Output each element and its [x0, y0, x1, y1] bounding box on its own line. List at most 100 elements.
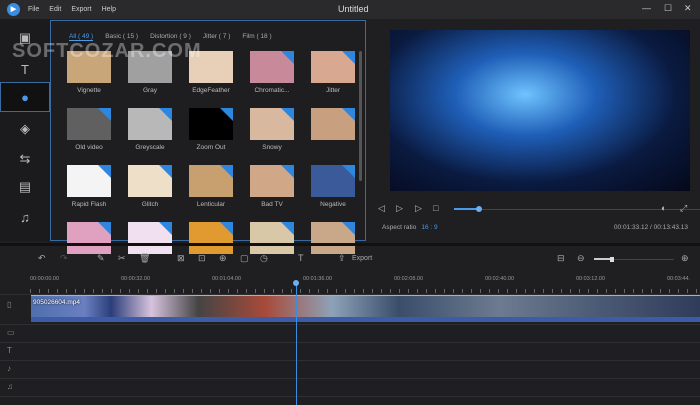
pip-track-icon: ▭	[7, 328, 15, 337]
effect-thumbnail[interactable]	[189, 165, 233, 197]
effect-item[interactable]: Rapid Flash	[67, 165, 111, 208]
download-icon[interactable]	[98, 222, 111, 235]
download-icon[interactable]	[342, 165, 355, 178]
effect-item[interactable]	[311, 108, 355, 151]
fullscreen-icon[interactable]: ⤢	[680, 203, 687, 214]
effects-icon[interactable]: ●	[0, 82, 50, 112]
menu-export[interactable]: Export	[71, 6, 91, 13]
filmstrip-icon[interactable]: ▤	[0, 172, 50, 202]
effect-thumbnail[interactable]	[311, 165, 355, 197]
effect-item[interactable]: Snowy	[250, 108, 294, 151]
effect-thumbnail[interactable]	[250, 51, 294, 83]
music-icon[interactable]: ♫	[0, 202, 50, 232]
pencil-icon[interactable]: ✎	[97, 253, 105, 264]
download-icon[interactable]	[281, 222, 294, 235]
video-track-icon: ▯	[7, 300, 12, 309]
video-preview[interactable]	[390, 30, 690, 191]
ruler-tick: 00:00:00.00	[30, 276, 60, 282]
effect-item[interactable]: Bad TV	[250, 165, 294, 208]
effect-thumbnail[interactable]	[128, 165, 172, 197]
watermark: SOFTCOZAR.COM	[12, 40, 202, 62]
close-icon[interactable]: ✕	[684, 3, 692, 14]
ruler-tick: 00:00:32.00	[121, 276, 151, 282]
crop-icon[interactable]: ⊠	[177, 253, 185, 264]
playhead[interactable]	[296, 282, 297, 405]
panel-divider[interactable]	[0, 243, 700, 246]
effect-thumbnail[interactable]	[67, 165, 111, 197]
effect-item[interactable]: Greyscale	[128, 108, 172, 151]
effect-label: Rapid Flash	[71, 201, 107, 208]
text-to-speech-icon[interactable]: T	[298, 253, 304, 263]
download-icon[interactable]	[159, 108, 172, 121]
fit-icon[interactable]: ⊡	[198, 253, 206, 264]
download-icon[interactable]	[159, 165, 172, 178]
volume-icon[interactable]: ◐	[661, 203, 666, 213]
zoom-out-icon[interactable]: ⊖	[577, 253, 585, 264]
effect-thumbnail[interactable]	[311, 108, 355, 140]
download-icon[interactable]	[342, 222, 355, 235]
download-icon[interactable]	[98, 108, 111, 121]
scrollbar[interactable]	[359, 51, 362, 181]
maximize-icon[interactable]: ☐	[664, 3, 672, 14]
download-icon[interactable]	[281, 108, 294, 121]
layers-icon[interactable]: ◈	[0, 114, 50, 144]
download-icon[interactable]	[220, 222, 233, 235]
prev-frame-icon[interactable]: ◁	[378, 203, 385, 214]
effect-thumbnail[interactable]	[189, 108, 233, 140]
effect-thumbnail[interactable]	[311, 51, 355, 83]
ruler-tick: 00:01:04.00	[212, 276, 242, 282]
menu-file[interactable]: File	[28, 6, 39, 13]
effect-thumbnail[interactable]	[250, 165, 294, 197]
effect-item[interactable]: Jitter	[311, 51, 355, 94]
download-icon[interactable]	[98, 165, 111, 178]
playback-controls: ◁ ▷ ▷ □ ◐ ⤢	[378, 203, 700, 217]
music-track-icon: ♫	[7, 382, 13, 391]
effect-item[interactable]: Glitch	[128, 165, 172, 208]
ruler-tick: 00:02:08.00	[394, 276, 424, 282]
minimize-icon[interactable]: —	[642, 3, 651, 13]
seek-handle[interactable]	[476, 206, 482, 212]
menu-help[interactable]: Help	[102, 6, 116, 13]
download-icon[interactable]	[281, 165, 294, 178]
download-icon[interactable]	[220, 108, 233, 121]
download-icon[interactable]	[281, 51, 294, 64]
aspect-value[interactable]: 16 : 9	[421, 224, 437, 231]
effect-thumbnail[interactable]	[128, 108, 172, 140]
redo-icon[interactable]: ↷	[60, 253, 68, 264]
effect-item[interactable]: Zoom Out	[189, 108, 233, 151]
effect-item[interactable]: Chromatic...	[250, 51, 294, 94]
menu-edit[interactable]: Edit	[49, 6, 61, 13]
effect-thumbnail[interactable]	[67, 108, 111, 140]
download-icon[interactable]	[220, 165, 233, 178]
freeze-icon[interactable]: ▢	[240, 253, 249, 264]
timeline-ruler[interactable]: 00:00:00.00 00:00:32.00 00:01:04.00 00:01:3…	[30, 276, 700, 294]
effect-item[interactable]: Lenticular	[189, 165, 233, 208]
fit-timeline-icon[interactable]: ⊟	[557, 253, 565, 264]
delete-icon[interactable]: 🗑	[139, 253, 150, 264]
time-display: 00:01:33.12 / 00:13:43.13	[613, 224, 688, 231]
effect-item[interactable]: Negative	[311, 165, 355, 208]
transition-icon[interactable]: ⇆	[0, 144, 50, 174]
title-bar: ▶ File Edit Export Help Untitled — ☐ ✕	[0, 0, 700, 19]
speed-icon[interactable]: ◷	[260, 253, 268, 264]
export-icon[interactable]: ⇪	[338, 253, 346, 264]
next-frame-icon[interactable]: ▷	[415, 203, 422, 214]
download-icon[interactable]	[342, 108, 355, 121]
download-icon[interactable]	[342, 51, 355, 64]
playhead-handle[interactable]	[293, 280, 299, 286]
tab-3[interactable]: Jitter ( 7 )	[203, 33, 230, 41]
effect-item[interactable]: Old video	[67, 108, 111, 151]
play-icon[interactable]: ▷	[396, 203, 403, 214]
mosaic-icon[interactable]: ⊕	[219, 253, 227, 264]
export-button[interactable]: Export	[352, 255, 372, 262]
cut-icon[interactable]: ✂	[118, 253, 126, 264]
zoom-handle[interactable]	[609, 257, 614, 262]
effect-label: Chromatic...	[254, 87, 290, 94]
zoom-slider[interactable]	[594, 257, 674, 262]
stop-icon[interactable]: □	[433, 203, 438, 213]
tab-4[interactable]: Film ( 18 )	[242, 33, 271, 41]
download-icon[interactable]	[159, 222, 172, 235]
undo-icon[interactable]: ↶	[38, 253, 46, 264]
zoom-in-icon[interactable]: ⊕	[681, 253, 689, 264]
effect-thumbnail[interactable]	[250, 108, 294, 140]
